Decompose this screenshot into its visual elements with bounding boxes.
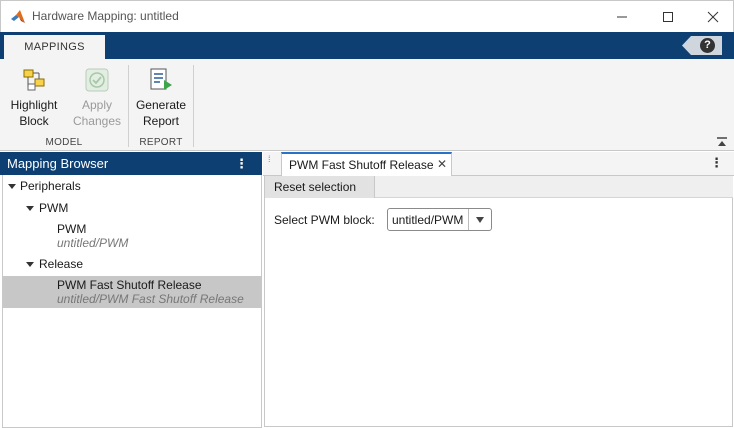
maximize-icon [663,12,673,22]
pwm-block-select[interactable]: untitled/PWM [387,208,492,231]
maximize-button[interactable] [645,1,691,33]
highlight-label-line1: Highlight [10,98,58,112]
collapse-toolstrip-icon[interactable] [716,137,728,147]
generate-report-button[interactable]: Generate Report [133,67,189,129]
document-tab-label: PWM Fast Shutoff Release [289,158,434,172]
mapping-browser-panel: Mapping Browser ⋮ Peripherals PWM PWM un… [0,152,262,428]
tree-node-pwm-block[interactable]: PWM untitled/PWM [3,221,261,251]
highlight-label-line2: Block [19,114,49,128]
close-icon [707,11,719,23]
select-divider [468,209,469,230]
mapping-tree: Peripherals PWM PWM untitled/PWM Release… [2,175,262,428]
highlight-block-icon [23,69,45,91]
document-tab[interactable]: PWM Fast Shutoff Release ✕ [281,152,452,176]
help-icon: ? [700,38,715,53]
tree-node-path: untitled/PWM [57,236,129,250]
tree-node-label: PWM Fast Shutoff Release [57,278,202,292]
tree-node-label: Peripherals [20,179,81,193]
title-bar: Hardware Mapping: untitled [0,0,734,32]
section-report-label: REPORT [139,137,183,148]
section-model-label: MODEL [45,137,83,148]
section-divider [128,65,129,147]
apply-changes-button[interactable]: Apply Changes [70,67,124,129]
help-button[interactable]: ? [682,36,722,55]
chevron-down-icon[interactable] [476,217,484,223]
tree-node-path: untitled/PWM Fast Shutoff Release [57,292,244,306]
tree-node-label: PWM [39,201,69,215]
tree-node-pwm-group[interactable]: PWM [3,201,261,219]
minimize-button[interactable] [599,1,645,33]
expand-caret-icon[interactable] [8,184,16,189]
generate-report-icon [150,68,172,90]
mapping-browser-title: Mapping Browser [7,156,109,171]
expand-caret-icon[interactable] [26,262,34,267]
window-title: Hardware Mapping: untitled [32,9,179,23]
document-menu-icon[interactable]: ⋮ [710,155,723,171]
section-divider [193,65,194,147]
generate-label-line2: Report [142,114,180,128]
minimize-icon [617,16,627,18]
tree-node-label: PWM [57,222,87,236]
browser-menu-icon[interactable]: ⋮ [235,152,248,175]
generate-label-line1: Generate [135,98,187,112]
select-pwm-block-label: Select PWM block: [274,213,375,227]
apply-changes-icon [85,68,109,92]
highlight-block-button[interactable]: Highlight Block [7,67,61,129]
document-content: Reset selection Select PWM block: untitl… [264,176,733,427]
expand-caret-icon[interactable] [26,206,34,211]
matlab-logo-icon [11,10,25,23]
drag-handle-icon[interactable]: ⁞ [268,155,271,164]
select-value: untitled/PWM [392,213,464,227]
close-tab-icon[interactable]: ✕ [437,157,447,171]
mapping-browser-header: Mapping Browser ⋮ [0,152,262,175]
tab-mappings[interactable]: MAPPINGS [4,35,105,59]
toolstrip: Highlight Block Apply Changes MODEL Gene… [0,59,734,151]
tree-node-label: Release [39,257,84,271]
close-button[interactable] [690,1,734,33]
reset-selection-button[interactable]: Reset selection [265,176,375,198]
apply-label-line2: Changes [72,114,122,128]
tree-node-release-block[interactable]: PWM Fast Shutoff Release untitled/PWM Fa… [3,276,261,308]
reset-bar: Reset selection [265,176,733,198]
tree-node-release-group[interactable]: Release [3,257,261,275]
toolstrip-tab-band: MAPPINGS ? [0,32,734,59]
apply-label-line1: Apply [81,98,113,112]
tree-node-peripherals[interactable]: Peripherals [3,179,261,197]
